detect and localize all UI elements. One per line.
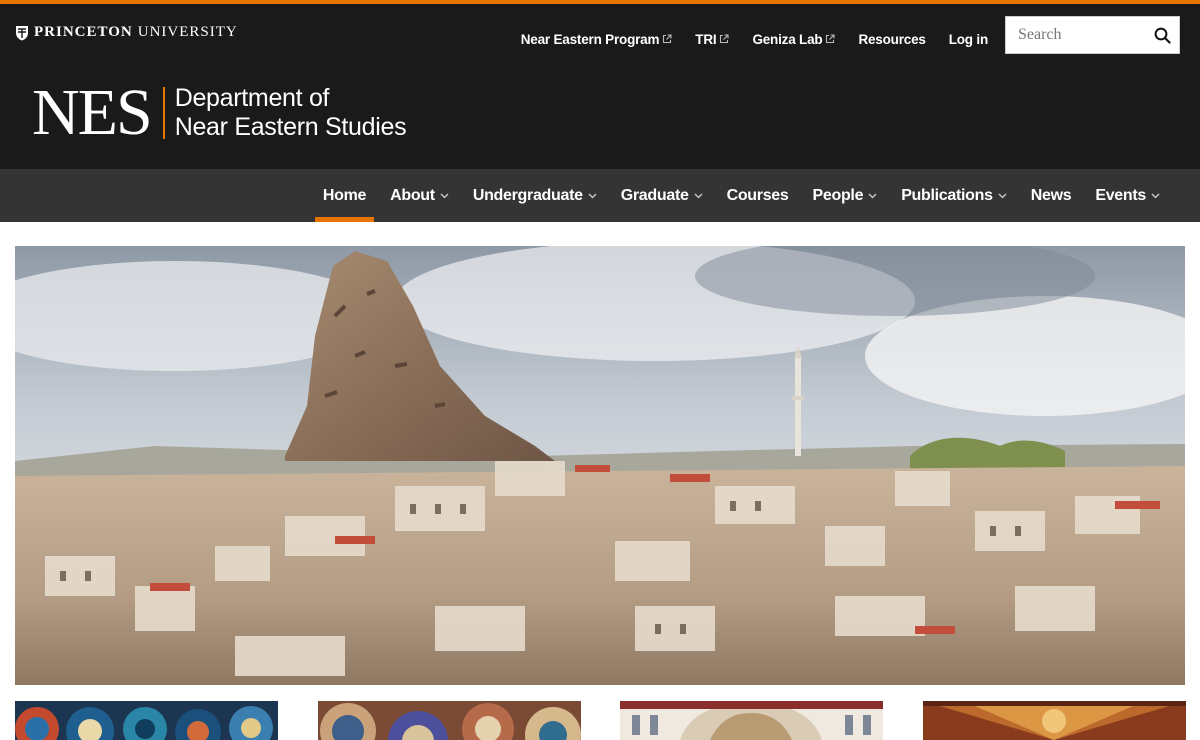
main-nav: Home About Undergraduate Graduate Course…: [0, 169, 1200, 222]
chevron-down-icon: [588, 193, 597, 198]
nes-wordmark: NES: [32, 76, 153, 149]
utility-link-tri[interactable]: TRI: [695, 32, 729, 47]
feature-tile-plates[interactable]: [318, 701, 581, 740]
nav-item-label: Courses: [726, 186, 789, 204]
utility-nav: Near Eastern Program TRI Geniza Lab Reso…: [498, 31, 988, 47]
utility-link-label: Resources: [858, 31, 926, 47]
hero-landscape-illustration: [15, 246, 1185, 685]
department-name-line2: Near Eastern Studies: [174, 113, 407, 141]
nav-item-news[interactable]: News: [1023, 169, 1080, 222]
nav-item-label: Publications: [901, 186, 993, 204]
nav-item-about[interactable]: About: [382, 169, 457, 222]
search-button[interactable]: [1146, 17, 1179, 53]
nav-item-home[interactable]: Home: [314, 169, 375, 222]
hero-image: [15, 246, 1185, 685]
utility-link-label: TRI: [695, 31, 717, 47]
princeton-university-link[interactable]: PRINCETON UNIVERSITY: [15, 24, 238, 41]
chevron-down-icon: [868, 193, 877, 198]
utility-link-near-eastern-program[interactable]: Near Eastern Program: [521, 32, 673, 47]
nav-item-courses[interactable]: Courses: [719, 169, 797, 222]
search-icon: [1154, 27, 1171, 44]
external-link-icon: [826, 34, 836, 44]
nav-item-people[interactable]: People: [805, 169, 886, 222]
logo-divider: [162, 87, 165, 139]
utility-link-label: Log in: [948, 31, 988, 47]
shield-icon: [16, 25, 28, 40]
nav-item-label: People: [812, 186, 864, 204]
chevron-down-icon: [998, 193, 1007, 198]
masthead: PRINCETON UNIVERSITY Near Eastern Progra…: [0, 4, 1200, 169]
external-link-icon: [663, 34, 672, 44]
utility-link-resources[interactable]: Resources: [858, 32, 925, 47]
chevron-down-icon: [694, 193, 703, 198]
nav-item-label: News: [1030, 186, 1072, 204]
ceramic-bowls-image: [15, 701, 278, 740]
external-link-icon: [720, 34, 729, 44]
nav-item-label: Undergraduate: [472, 186, 583, 204]
department-logo[interactable]: NES Department of Near Eastern Studies: [32, 76, 407, 149]
feature-tile-mosque-dome[interactable]: [620, 701, 883, 740]
main-nav-items: Home About Undergraduate Graduate Course…: [307, 169, 1168, 222]
feature-tile-ornate-ceiling[interactable]: [923, 701, 1186, 740]
nav-item-events[interactable]: Events: [1087, 169, 1168, 222]
feature-tile-ceramic-bowls[interactable]: [15, 701, 278, 740]
chevron-down-icon: [440, 193, 449, 198]
utility-link-label: Near Eastern Program: [520, 31, 660, 47]
department-name: Department of Near Eastern Studies: [175, 84, 407, 142]
mosque-dome-image: [620, 701, 883, 740]
nav-item-label: Graduate: [620, 186, 689, 204]
university-name-bold: PRINCETON: [34, 24, 133, 40]
search-box: [1005, 16, 1180, 54]
utility-link-geniza-lab[interactable]: Geniza Lab: [752, 31, 836, 47]
nav-item-label: Events: [1095, 186, 1146, 204]
nav-item-label: Home: [322, 186, 367, 204]
chevron-down-icon: [1151, 193, 1160, 198]
department-name-line1: Department of: [174, 84, 330, 112]
utility-link-label: Geniza Lab: [752, 31, 823, 47]
university-name-light: UNIVERSITY: [137, 24, 238, 40]
search-input[interactable]: [1006, 17, 1146, 53]
nav-item-publications[interactable]: Publications: [893, 169, 1015, 222]
nav-item-undergraduate[interactable]: Undergraduate: [465, 169, 605, 222]
nav-item-label: About: [390, 186, 435, 204]
utility-link-log-in[interactable]: Log in: [949, 32, 988, 47]
decorative-plates-image: [318, 701, 581, 740]
nav-item-graduate[interactable]: Graduate: [613, 169, 711, 222]
ornate-ceiling-image: [923, 701, 1186, 740]
